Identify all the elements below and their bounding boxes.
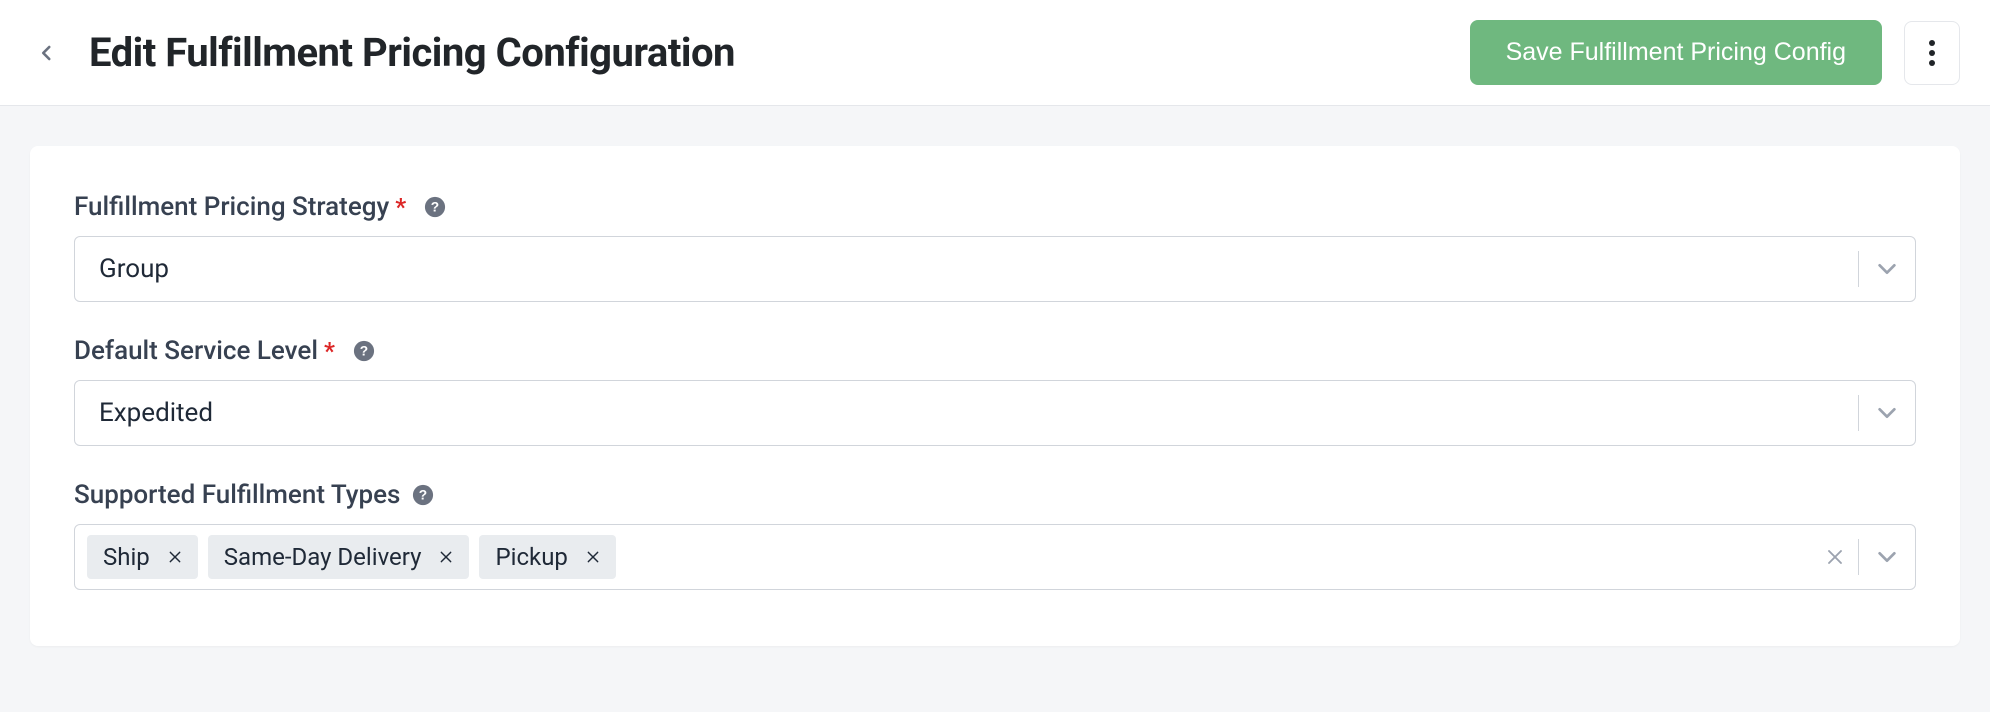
- required-indicator: *: [324, 337, 335, 365]
- help-icon[interactable]: ?: [353, 340, 375, 362]
- svg-text:?: ?: [419, 488, 427, 503]
- help-icon[interactable]: ?: [412, 484, 434, 506]
- topbar: Edit Fulfillment Pricing Configuration S…: [0, 0, 1990, 106]
- field-label-row: Fulfillment Pricing Strategy * ?: [74, 192, 1916, 222]
- fulfillment-types-label: Supported Fulfillment Types: [74, 480, 400, 510]
- form-card: Fulfillment Pricing Strategy * ? Group D…: [30, 146, 1960, 646]
- clear-all-button[interactable]: [1812, 548, 1858, 566]
- page-title: Edit Fulfillment Pricing Configuration: [89, 29, 735, 76]
- close-icon: [586, 550, 600, 564]
- field-label-row: Supported Fulfillment Types ?: [74, 480, 1916, 510]
- tag-label: Pickup: [495, 543, 567, 571]
- tag-same-day-delivery: Same-Day Delivery: [208, 535, 470, 579]
- service-level-label: Default Service Level: [74, 336, 318, 366]
- svg-text:?: ?: [360, 344, 368, 359]
- service-level-select[interactable]: Expedited: [74, 380, 1916, 446]
- service-level-value: Expedited: [75, 398, 1858, 428]
- chevron-down-icon: [1859, 546, 1915, 568]
- save-button[interactable]: Save Fulfillment Pricing Config: [1470, 20, 1882, 85]
- pricing-strategy-select[interactable]: Group: [74, 236, 1916, 302]
- fulfillment-types-multiselect[interactable]: Ship Same-Day Delivery Pickup: [74, 524, 1916, 590]
- tag-remove-button[interactable]: [582, 546, 604, 568]
- close-icon: [1826, 548, 1844, 566]
- question-circle-icon: ?: [353, 340, 375, 362]
- close-icon: [168, 550, 182, 564]
- tag-remove-button[interactable]: [164, 546, 186, 568]
- field-pricing-strategy: Fulfillment Pricing Strategy * ? Group: [74, 192, 1916, 302]
- kebab-icon: [1929, 40, 1935, 66]
- help-icon[interactable]: ?: [424, 196, 446, 218]
- close-icon: [439, 550, 453, 564]
- tag-ship: Ship: [87, 535, 198, 579]
- chevron-left-icon: [38, 38, 56, 68]
- pricing-strategy-value: Group: [75, 254, 1858, 284]
- field-label-row: Default Service Level * ?: [74, 336, 1916, 366]
- required-indicator: *: [395, 193, 406, 221]
- tags-container: Ship Same-Day Delivery Pickup: [87, 535, 1812, 579]
- content: Fulfillment Pricing Strategy * ? Group D…: [0, 106, 1990, 686]
- back-button[interactable]: [25, 31, 69, 75]
- tag-label: Ship: [103, 543, 150, 571]
- tag-pickup: Pickup: [479, 535, 615, 579]
- more-actions-button[interactable]: [1904, 21, 1960, 85]
- question-circle-icon: ?: [412, 484, 434, 506]
- chevron-down-icon: [1859, 402, 1915, 424]
- field-service-level: Default Service Level * ? Expedited: [74, 336, 1916, 446]
- tag-remove-button[interactable]: [435, 546, 457, 568]
- question-circle-icon: ?: [424, 196, 446, 218]
- svg-text:?: ?: [431, 200, 439, 215]
- tag-label: Same-Day Delivery: [224, 543, 422, 571]
- multiselect-controls: [1812, 539, 1915, 575]
- chevron-down-icon: [1859, 258, 1915, 280]
- field-fulfillment-types: Supported Fulfillment Types ? Ship Same-…: [74, 480, 1916, 590]
- pricing-strategy-label: Fulfillment Pricing Strategy: [74, 192, 389, 222]
